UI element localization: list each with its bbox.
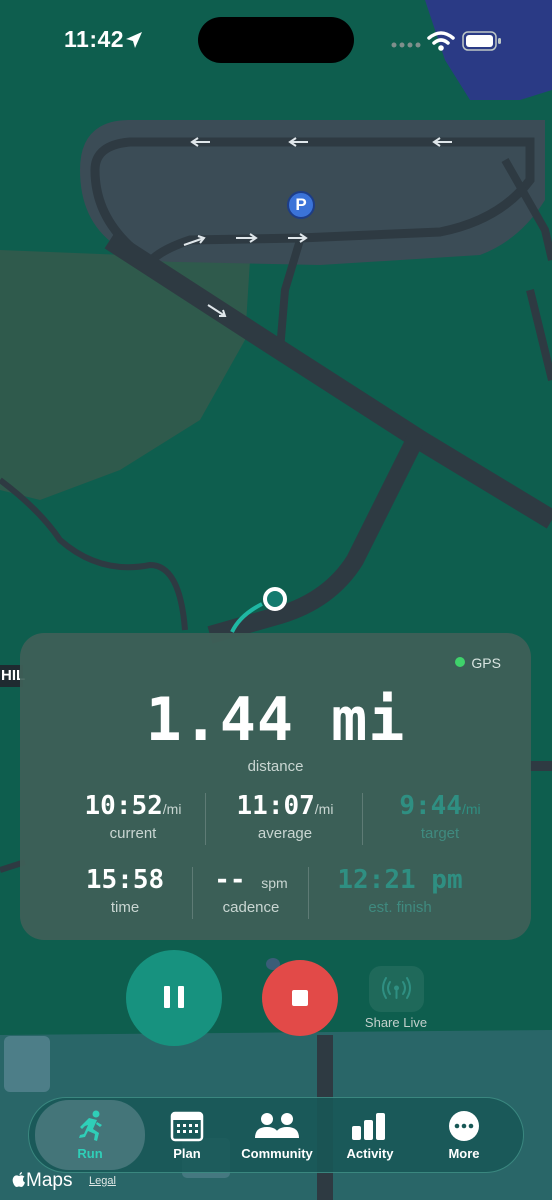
ellipsis-icon xyxy=(449,1111,479,1141)
est-finish-value: 12:21 pm xyxy=(337,865,463,895)
average-pace-value: 11:07 xyxy=(236,791,315,821)
calendar-icon xyxy=(170,1111,204,1142)
stat-divider xyxy=(205,793,206,845)
tab-more-label: More xyxy=(448,1146,480,1161)
share-live-label: Share Live xyxy=(364,1015,428,1030)
status-bar: 11:42 xyxy=(0,0,552,80)
current-location-marker xyxy=(263,587,287,611)
gps-label: GPS xyxy=(471,655,501,671)
status-time: 11:42 xyxy=(64,26,125,52)
share-live-button[interactable] xyxy=(369,966,424,1012)
cadence-label: cadence xyxy=(222,899,280,916)
elapsed-time-label: time xyxy=(110,899,140,916)
tab-run[interactable]: Run xyxy=(35,1100,145,1170)
current-pace-stat: 10:52/mi current xyxy=(58,791,208,842)
cadence-value: -- xyxy=(214,865,246,895)
legal-link[interactable]: Legal xyxy=(89,1175,116,1187)
stat-divider xyxy=(192,867,193,919)
maps-attribution: Maps xyxy=(12,1170,72,1192)
tab-run-label: Run xyxy=(77,1146,103,1161)
tab-more[interactable]: More xyxy=(416,1100,512,1170)
parking-marker[interactable]: P xyxy=(287,191,315,219)
target-pace-label: target xyxy=(420,825,460,842)
cadence-unit: spm xyxy=(261,875,288,891)
elapsed-time-value: 15:58 xyxy=(85,865,165,895)
run-stats-panel: GPS 1.44 mi distance 10:52/mi current 11… xyxy=(20,633,531,940)
target-pace-value: 9:44 xyxy=(399,791,462,821)
distance-value: 1.44 mi xyxy=(145,685,406,755)
stop-button[interactable] xyxy=(262,960,338,1036)
tab-bar: Run Plan Community Activity More xyxy=(28,1097,524,1173)
bar-chart-icon xyxy=(352,1113,385,1140)
cellular-signal-icon xyxy=(391,42,421,48)
tab-activity[interactable]: Activity xyxy=(322,1100,418,1170)
elapsed-time-stat: 15:58 time xyxy=(60,865,190,916)
stat-divider xyxy=(308,867,309,919)
tab-community[interactable]: Community xyxy=(229,1100,325,1170)
wifi-icon xyxy=(427,31,455,51)
average-pace-label: average xyxy=(257,825,313,842)
gps-status: GPS xyxy=(455,655,501,671)
maps-brand-label: Maps xyxy=(26,1170,73,1191)
est-finish-label: est. finish xyxy=(368,899,432,916)
apple-logo-icon xyxy=(12,1172,25,1187)
tab-plan[interactable]: Plan xyxy=(139,1100,235,1170)
battery-icon xyxy=(462,31,501,51)
stat-divider xyxy=(362,793,363,845)
average-pace-stat: 11:07/mi average xyxy=(210,791,360,842)
gps-status-dot xyxy=(455,657,466,667)
target-pace-stat: 9:44/mi target xyxy=(365,791,515,842)
current-pace-unit: /mi xyxy=(162,801,182,817)
distance-label: distance xyxy=(247,758,304,775)
dynamic-island xyxy=(198,17,354,63)
tab-community-label: Community xyxy=(241,1146,313,1161)
cadence-stat: -- spm cadence xyxy=(196,865,306,916)
pause-button[interactable] xyxy=(126,950,222,1046)
location-arrow-icon xyxy=(126,32,142,48)
tab-activity-label: Activity xyxy=(346,1146,394,1161)
broadcast-icon xyxy=(382,977,411,999)
stop-icon xyxy=(292,990,308,1006)
target-pace-unit: /mi xyxy=(461,801,481,817)
pause-icon xyxy=(164,986,170,1008)
est-finish-stat: 12:21 pm est. finish xyxy=(320,865,480,916)
current-pace-value: 10:52 xyxy=(84,791,163,821)
average-pace-unit: /mi xyxy=(314,801,334,817)
people-icon xyxy=(255,1113,299,1138)
current-pace-label: current xyxy=(109,825,157,842)
pause-icon xyxy=(178,986,184,1008)
runner-icon xyxy=(79,1110,102,1141)
tab-plan-label: Plan xyxy=(173,1146,201,1161)
